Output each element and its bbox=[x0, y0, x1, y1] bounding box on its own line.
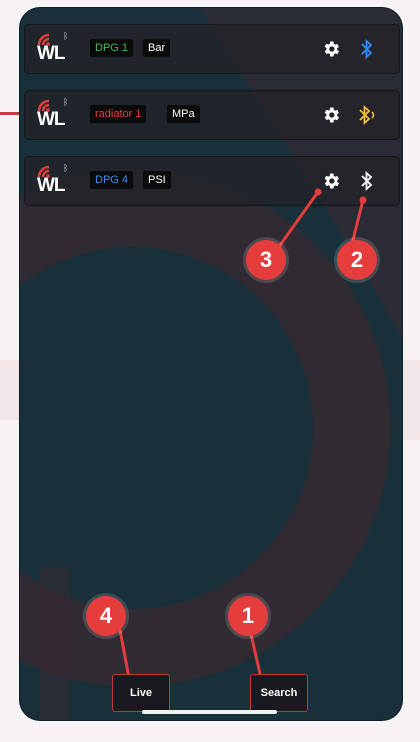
home-indicator[interactable] bbox=[142, 710, 277, 714]
search-button[interactable]: Search bbox=[250, 674, 308, 712]
annotation-badge-4: 4 bbox=[86, 596, 126, 636]
live-button[interactable]: Live bbox=[112, 674, 170, 712]
annotation-badge-1: 1 bbox=[228, 596, 268, 636]
backdrop-band bbox=[0, 360, 20, 420]
annotation-badge-3: 3 bbox=[246, 240, 286, 280]
arrow-1 bbox=[248, 629, 263, 679]
arrow-4 bbox=[118, 629, 131, 679]
annotation-arrows bbox=[118, 188, 367, 682]
arrow-3-tip bbox=[314, 188, 322, 196]
backdrop-band bbox=[402, 360, 420, 440]
annotation-badge-2: 2 bbox=[337, 240, 377, 280]
arrow-2-tip bbox=[359, 196, 367, 204]
phone-screen: ᛒ WL DPG 1 Bar ᛒ WL radiator 1 MPa ᛒ WL … bbox=[20, 8, 402, 720]
arrow-3 bbox=[276, 191, 320, 249]
